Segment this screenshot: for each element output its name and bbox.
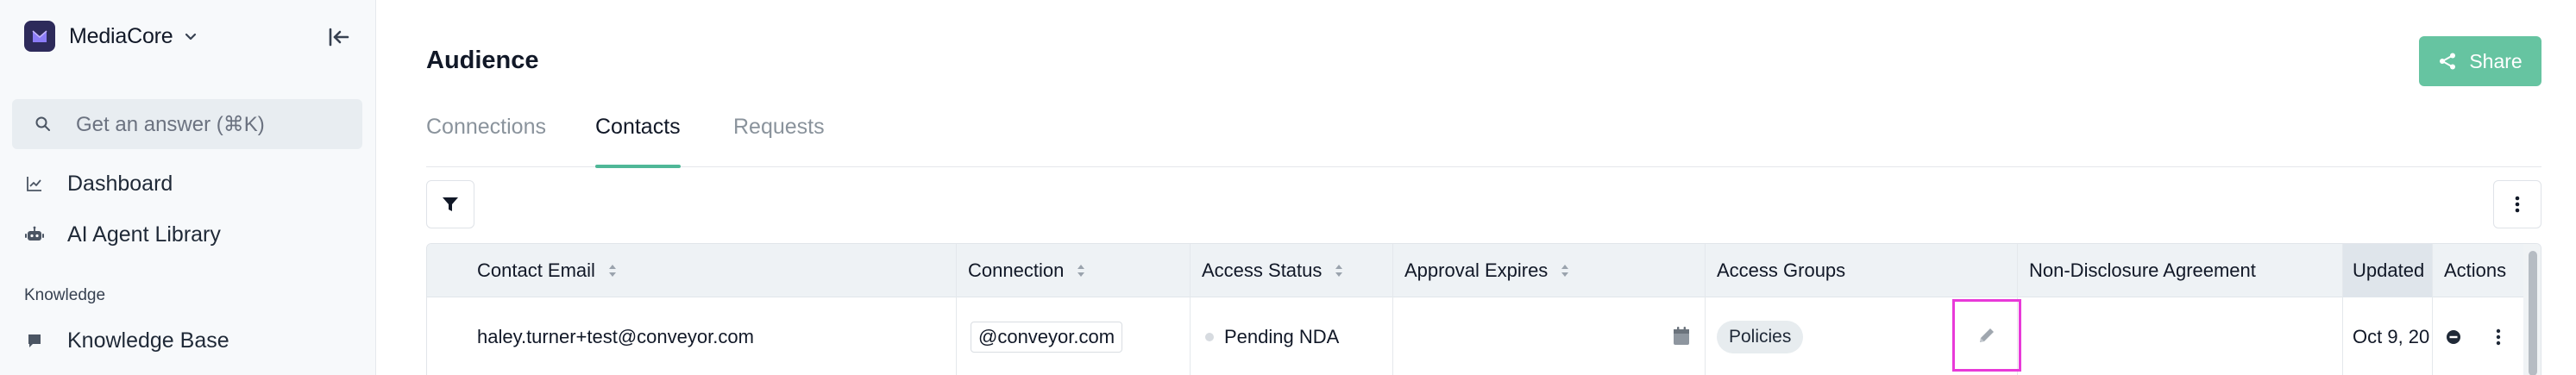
share-button[interactable]: Share bbox=[2419, 36, 2541, 86]
workspace-switcher[interactable]: MediaCore bbox=[24, 21, 198, 52]
access-status-label: Pending NDA bbox=[1224, 325, 1340, 347]
sort-icon[interactable] bbox=[607, 263, 618, 278]
column-header-approval-expires[interactable]: Approval Expires bbox=[1404, 244, 1570, 297]
column-header-actions: Actions bbox=[2444, 244, 2506, 297]
remove-icon[interactable] bbox=[2446, 329, 2461, 345]
share-icon bbox=[2438, 52, 2457, 71]
column-divider bbox=[1190, 244, 1191, 375]
pencil-icon bbox=[1980, 328, 1994, 342]
sidebar-item-label: Dashboard bbox=[67, 171, 173, 196]
column-divider bbox=[1392, 244, 1393, 375]
search-placeholder: Get an answer (⌘K) bbox=[76, 112, 265, 136]
column-header-connection[interactable]: Connection bbox=[968, 244, 1086, 297]
sidebar-item-label: AI Agent Library bbox=[67, 222, 221, 247]
sort-icon[interactable] bbox=[1076, 263, 1086, 278]
column-header-label: Approval Expires bbox=[1404, 259, 1549, 281]
cell-connection: @conveyor.com bbox=[971, 297, 1123, 375]
sort-icon[interactable] bbox=[1334, 263, 1344, 278]
column-divider bbox=[2432, 244, 2433, 375]
search-icon bbox=[35, 115, 53, 134]
sidebar-item-dashboard[interactable]: Dashboard bbox=[24, 166, 173, 201]
contacts-table: Contact Email Connection Access Status A… bbox=[426, 243, 2541, 375]
column-header-contact-email[interactable]: Contact Email bbox=[477, 244, 618, 297]
status-dot-icon bbox=[1205, 332, 1214, 341]
cell-approval-expires bbox=[1404, 297, 1705, 375]
brand-logo-icon bbox=[24, 21, 55, 52]
column-header-access-groups: Access Groups bbox=[1717, 244, 1845, 297]
robot-icon bbox=[24, 224, 45, 245]
column-header-access-status[interactable]: Access Status bbox=[1202, 244, 1344, 297]
more-options-button[interactable] bbox=[2493, 180, 2541, 228]
chat-bubble-icon bbox=[24, 330, 45, 351]
column-divider bbox=[956, 244, 957, 375]
tab-connections[interactable]: Connections bbox=[426, 110, 546, 167]
collapse-sidebar-icon bbox=[329, 28, 349, 47]
cell-contact-email: haley.turner+test@conveyor.com bbox=[477, 325, 754, 347]
tab-contacts[interactable]: Contacts bbox=[595, 110, 681, 168]
search-input[interactable]: Get an answer (⌘K) bbox=[12, 99, 362, 149]
column-header-label: Updated bbox=[2353, 259, 2425, 281]
column-divider bbox=[1705, 244, 1706, 375]
chevron-down-icon bbox=[183, 28, 198, 44]
chart-line-icon bbox=[24, 173, 45, 194]
sidebar-item-knowledge-base[interactable]: Knowledge Base bbox=[24, 323, 229, 358]
column-header-label: Connection bbox=[968, 259, 1065, 281]
brand-name: MediaCore bbox=[69, 23, 173, 48]
access-group-chip: Policies bbox=[1717, 320, 1804, 353]
tab-requests[interactable]: Requests bbox=[733, 110, 825, 167]
column-header-updated[interactable]: Updated bbox=[2353, 244, 2424, 297]
cell-actions bbox=[2446, 297, 2501, 375]
connection-chip[interactable]: @conveyor.com bbox=[971, 321, 1123, 353]
share-label: Share bbox=[2469, 49, 2523, 72]
scrollbar-thumb[interactable] bbox=[2529, 251, 2537, 375]
cell-updated: Oct 9, 20 bbox=[2353, 325, 2430, 347]
column-header-label: Contact Email bbox=[477, 259, 595, 281]
calendar-icon[interactable] bbox=[1673, 327, 1690, 351]
section-label-knowledge: Knowledge bbox=[24, 286, 106, 304]
column-header-label: Non-Disclosure Agreement bbox=[2029, 259, 2256, 281]
edit-access-groups-button[interactable] bbox=[1952, 299, 2021, 372]
column-header-label: Access Groups bbox=[1717, 259, 1846, 281]
cell-access-status: Pending NDA bbox=[1205, 297, 1339, 375]
collapse-sidebar-button[interactable] bbox=[326, 24, 352, 50]
kebab-menu-icon bbox=[2515, 196, 2520, 213]
filter-icon bbox=[443, 197, 458, 211]
sort-icon[interactable] bbox=[1560, 263, 1570, 278]
column-header-label: Actions bbox=[2444, 259, 2507, 281]
sidebar-item-label: Knowledge Base bbox=[67, 328, 229, 353]
sidebar-item-ai-agent-library[interactable]: AI Agent Library bbox=[24, 217, 221, 252]
cell-access-groups: Policies bbox=[1717, 297, 1804, 375]
page-title: Audience bbox=[426, 47, 539, 74]
column-header-label: Access Status bbox=[1202, 259, 1323, 281]
column-header-nda: Non-Disclosure Agreement bbox=[2029, 244, 2256, 297]
column-divider bbox=[2342, 244, 2343, 375]
tab-bar: Connections Contacts Requests bbox=[426, 110, 2541, 168]
row-menu-icon[interactable] bbox=[2496, 328, 2501, 346]
filter-button[interactable] bbox=[426, 180, 474, 228]
sidebar: MediaCore Get an answer (⌘K) Dashboard A… bbox=[0, 0, 376, 375]
